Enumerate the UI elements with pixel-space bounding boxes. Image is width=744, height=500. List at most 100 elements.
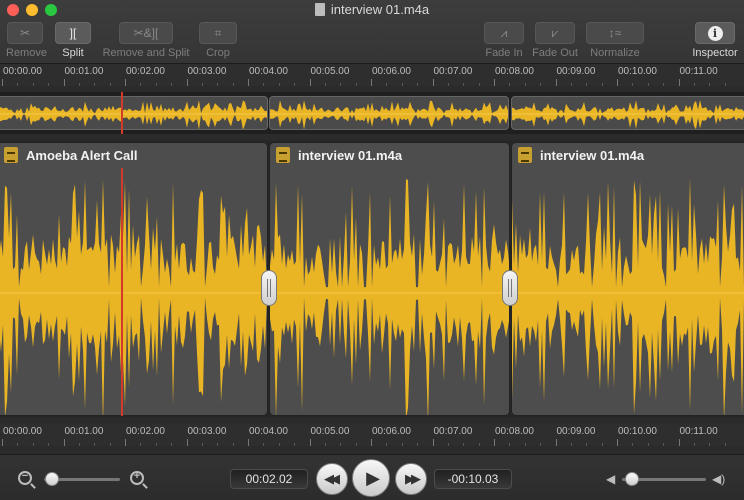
zoom-out-icon[interactable]: − <box>18 470 32 485</box>
play-icon: ▶ <box>366 467 380 488</box>
ruler-tick <box>494 79 495 86</box>
ruler-tick <box>678 79 680 86</box>
current-time-field[interactable]: 00:02.02 <box>230 469 308 489</box>
remove-button[interactable]: ✂ Remove <box>6 22 47 59</box>
ruler-minor-tick <box>32 443 34 446</box>
ruler-label: 00:00.00 <box>3 66 42 77</box>
overview-clip-1[interactable] <box>0 96 268 130</box>
ruler-label: 00:11.00 <box>679 66 718 77</box>
timeline-ruler-top[interactable]: 00:00.00 00:01.00 00:02.00 00:03.00 00:04.00… <box>0 64 744 86</box>
ruler-label: 00:05.00 <box>310 426 350 437</box>
overview-strip[interactable] <box>0 92 744 134</box>
remove-button-label: Remove <box>6 47 47 59</box>
fast-forward-icon: ▶▶ <box>405 471 421 486</box>
ruler-minor-tick <box>478 443 480 446</box>
ruler-minor-tick <box>632 83 634 86</box>
ruler-minor-tick <box>509 443 511 446</box>
clip-3-title: interview 01.m4a <box>540 147 645 163</box>
ruler-minor-tick <box>401 443 403 446</box>
ruler-minor-tick <box>109 443 111 446</box>
ruler-minor-tick <box>32 83 34 86</box>
ruler-label: 00:02.00 <box>126 426 165 437</box>
ruler-minor-tick <box>478 83 480 86</box>
speaker-high-icon: ◀) <box>712 472 726 486</box>
speaker-low-icon: ◀ <box>606 472 616 486</box>
ruler-minor-tick <box>355 83 357 86</box>
inspector-button[interactable]: i Inspector <box>690 22 740 59</box>
ruler-tick <box>2 79 3 86</box>
ruler-minor-tick <box>417 443 419 446</box>
ruler-tick <box>186 79 188 86</box>
overview-clip-3[interactable] <box>511 96 744 130</box>
ruler-tick <box>63 439 65 446</box>
ruler-minor-tick <box>724 443 726 446</box>
zoom-in-icon[interactable]: + <box>130 470 144 485</box>
clip-1-header: Amoeba Alert Call <box>0 143 267 167</box>
audio-file-icon <box>4 147 18 163</box>
ruler-minor-tick <box>524 443 526 446</box>
ruler-label: 00:07.00 <box>433 426 473 437</box>
ruler-tick <box>248 79 249 86</box>
ruler-minor-tick <box>586 83 588 86</box>
clip-3-header: interview 01.m4a <box>512 143 744 167</box>
ruler-tick <box>432 439 434 446</box>
ruler-minor-tick <box>463 443 465 446</box>
fast-forward-button[interactable]: ▶▶ <box>395 463 427 495</box>
ruler-minor-tick <box>140 83 142 86</box>
ruler-tick <box>2 439 3 446</box>
clip-1-waveform <box>0 179 267 415</box>
clip-3[interactable]: interview 01.m4a <box>511 142 744 416</box>
ruler-minor-tick <box>17 443 19 446</box>
overview-clip-2[interactable] <box>269 96 509 130</box>
rewind-button[interactable]: ◀◀ <box>316 463 348 495</box>
remaining-time-field[interactable]: -00:10.03 <box>434 469 512 489</box>
ruler-label: 00:01.00 <box>64 66 104 77</box>
fade-out-button[interactable]: ⩗ Fade Out <box>530 22 580 59</box>
overview-waveform <box>512 100 744 129</box>
normalize-label: Normalize <box>590 47 640 59</box>
volume-slider-knob[interactable] <box>625 472 640 486</box>
ruler-tick <box>555 79 557 86</box>
ruler-minor-tick <box>586 443 588 446</box>
ruler-label: 00:05.00 <box>310 66 350 77</box>
clip-3-waveform <box>512 177 744 415</box>
ruler-tick <box>63 79 65 86</box>
split-handle-2[interactable] <box>502 270 518 306</box>
crop-button-label: Crop <box>206 47 230 59</box>
ruler-tick <box>494 439 495 446</box>
ruler-label: 00:04.00 <box>249 426 288 437</box>
ruler-minor-tick <box>263 83 265 86</box>
inspector-label: Inspector <box>692 47 738 59</box>
ruler-label: 00:08.00 <box>495 66 534 77</box>
zoom-slider-knob[interactable] <box>44 472 59 486</box>
crop-button[interactable]: ⌗ Crop <box>198 22 238 59</box>
ruler-minor-tick <box>155 443 157 446</box>
ruler-label: 00:04.00 <box>249 66 288 77</box>
clip-2[interactable]: interview 01.m4a <box>269 142 510 416</box>
fade-in-button[interactable]: ⩘ Fade In <box>482 22 526 59</box>
normalize-button[interactable]: ↕≈ Normalize <box>586 22 644 59</box>
ruler-minor-tick <box>570 83 572 86</box>
ruler-minor-tick <box>709 83 711 86</box>
fade-out-label: Fade Out <box>532 47 578 59</box>
timeline-ruler-bottom[interactable]: 00:00.00 00:01.00 00:02.00 00:03.00 00:04.00… <box>0 424 744 446</box>
clip-1-title: Amoeba Alert Call <box>26 147 138 163</box>
ruler-tick <box>617 79 618 86</box>
overview-playhead[interactable] <box>121 92 123 134</box>
ruler-minor-tick <box>232 83 234 86</box>
remove-and-split-button[interactable]: ✂&][ Remove and Split <box>100 22 192 59</box>
playhead[interactable] <box>121 168 123 416</box>
normalize-icon: ↕≈ <box>586 22 644 44</box>
ruler-minor-tick <box>263 443 265 446</box>
ruler-minor-tick <box>340 443 342 446</box>
waveform-editor[interactable]: Amoeba Alert Call interview 01.m4a inter… <box>0 140 744 418</box>
split-handle-1[interactable] <box>261 270 277 306</box>
split-button[interactable]: ][ Split <box>54 22 92 59</box>
ruler-label: 00:09.00 <box>556 426 596 437</box>
clip-1[interactable]: Amoeba Alert Call <box>0 142 268 416</box>
ruler-tick <box>125 439 126 446</box>
ruler-minor-tick <box>570 443 572 446</box>
info-icon: i <box>707 25 723 41</box>
play-button[interactable]: ▶ <box>352 459 390 497</box>
ruler-minor-tick <box>709 443 711 446</box>
